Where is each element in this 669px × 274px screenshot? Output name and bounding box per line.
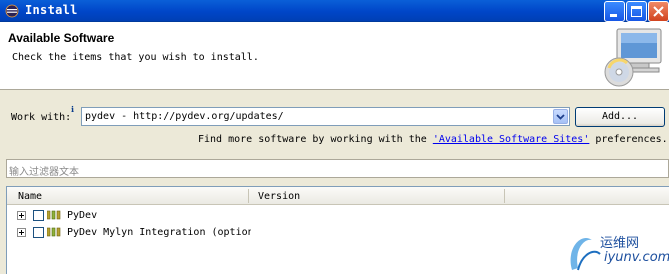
feature-group-icon [47,210,61,220]
chevron-down-icon [556,114,565,120]
eclipse-icon [5,4,19,18]
column-divider[interactable] [248,189,249,203]
column-version-header[interactable]: Version [258,191,300,202]
available-software-sites-link[interactable]: 'Available Software Sites' [433,134,590,145]
maximize-icon [631,6,642,17]
work-with-label: Work with: [11,112,72,123]
page-subtitle: Check the items that you wish to install… [12,52,259,63]
column-divider[interactable] [504,189,505,203]
close-icon [653,6,664,17]
find-more-text: Find more software by working with the '… [198,134,668,145]
row-name: PyDev Mylyn Integration (optional) [67,227,251,238]
install-computer-icon [604,28,662,87]
expand-icon[interactable] [17,228,26,237]
minimize-button[interactable] [604,1,625,22]
row-checkbox[interactable] [33,227,44,238]
table-header: Name Version [7,187,669,205]
work-with-combo[interactable]: pydev - http://pydev.org/updates/ [81,107,570,126]
find-more-suffix: preferences. [589,134,668,145]
watermark-en: iyunv.com [604,250,669,265]
minimize-icon [610,14,617,17]
dialog-header: Available Software Check the items that … [0,22,669,90]
filter-input[interactable]: 输入过滤器文本 [6,159,669,178]
combo-dropdown-button[interactable] [553,109,568,124]
info-icon: ℹ [71,105,75,114]
title-bar[interactable]: Install [0,0,669,22]
filter-placeholder: 输入过滤器文本 [9,167,79,178]
add-button[interactable]: Add... [575,107,665,127]
maximize-button[interactable] [626,1,647,22]
close-button[interactable] [648,1,669,22]
column-name-header[interactable]: Name [18,191,42,202]
row-checkbox[interactable] [33,210,44,221]
watermark-cn: 运维网 [600,236,640,251]
feature-group-icon [47,227,61,237]
work-with-value: pydev - http://pydev.org/updates/ [85,111,284,122]
page-title: Available Software [8,31,115,45]
expand-icon[interactable] [17,211,26,220]
window-title: Install [25,3,78,17]
find-more-prefix: Find more software by working with the [198,134,433,145]
row-name: PyDev [67,210,98,221]
